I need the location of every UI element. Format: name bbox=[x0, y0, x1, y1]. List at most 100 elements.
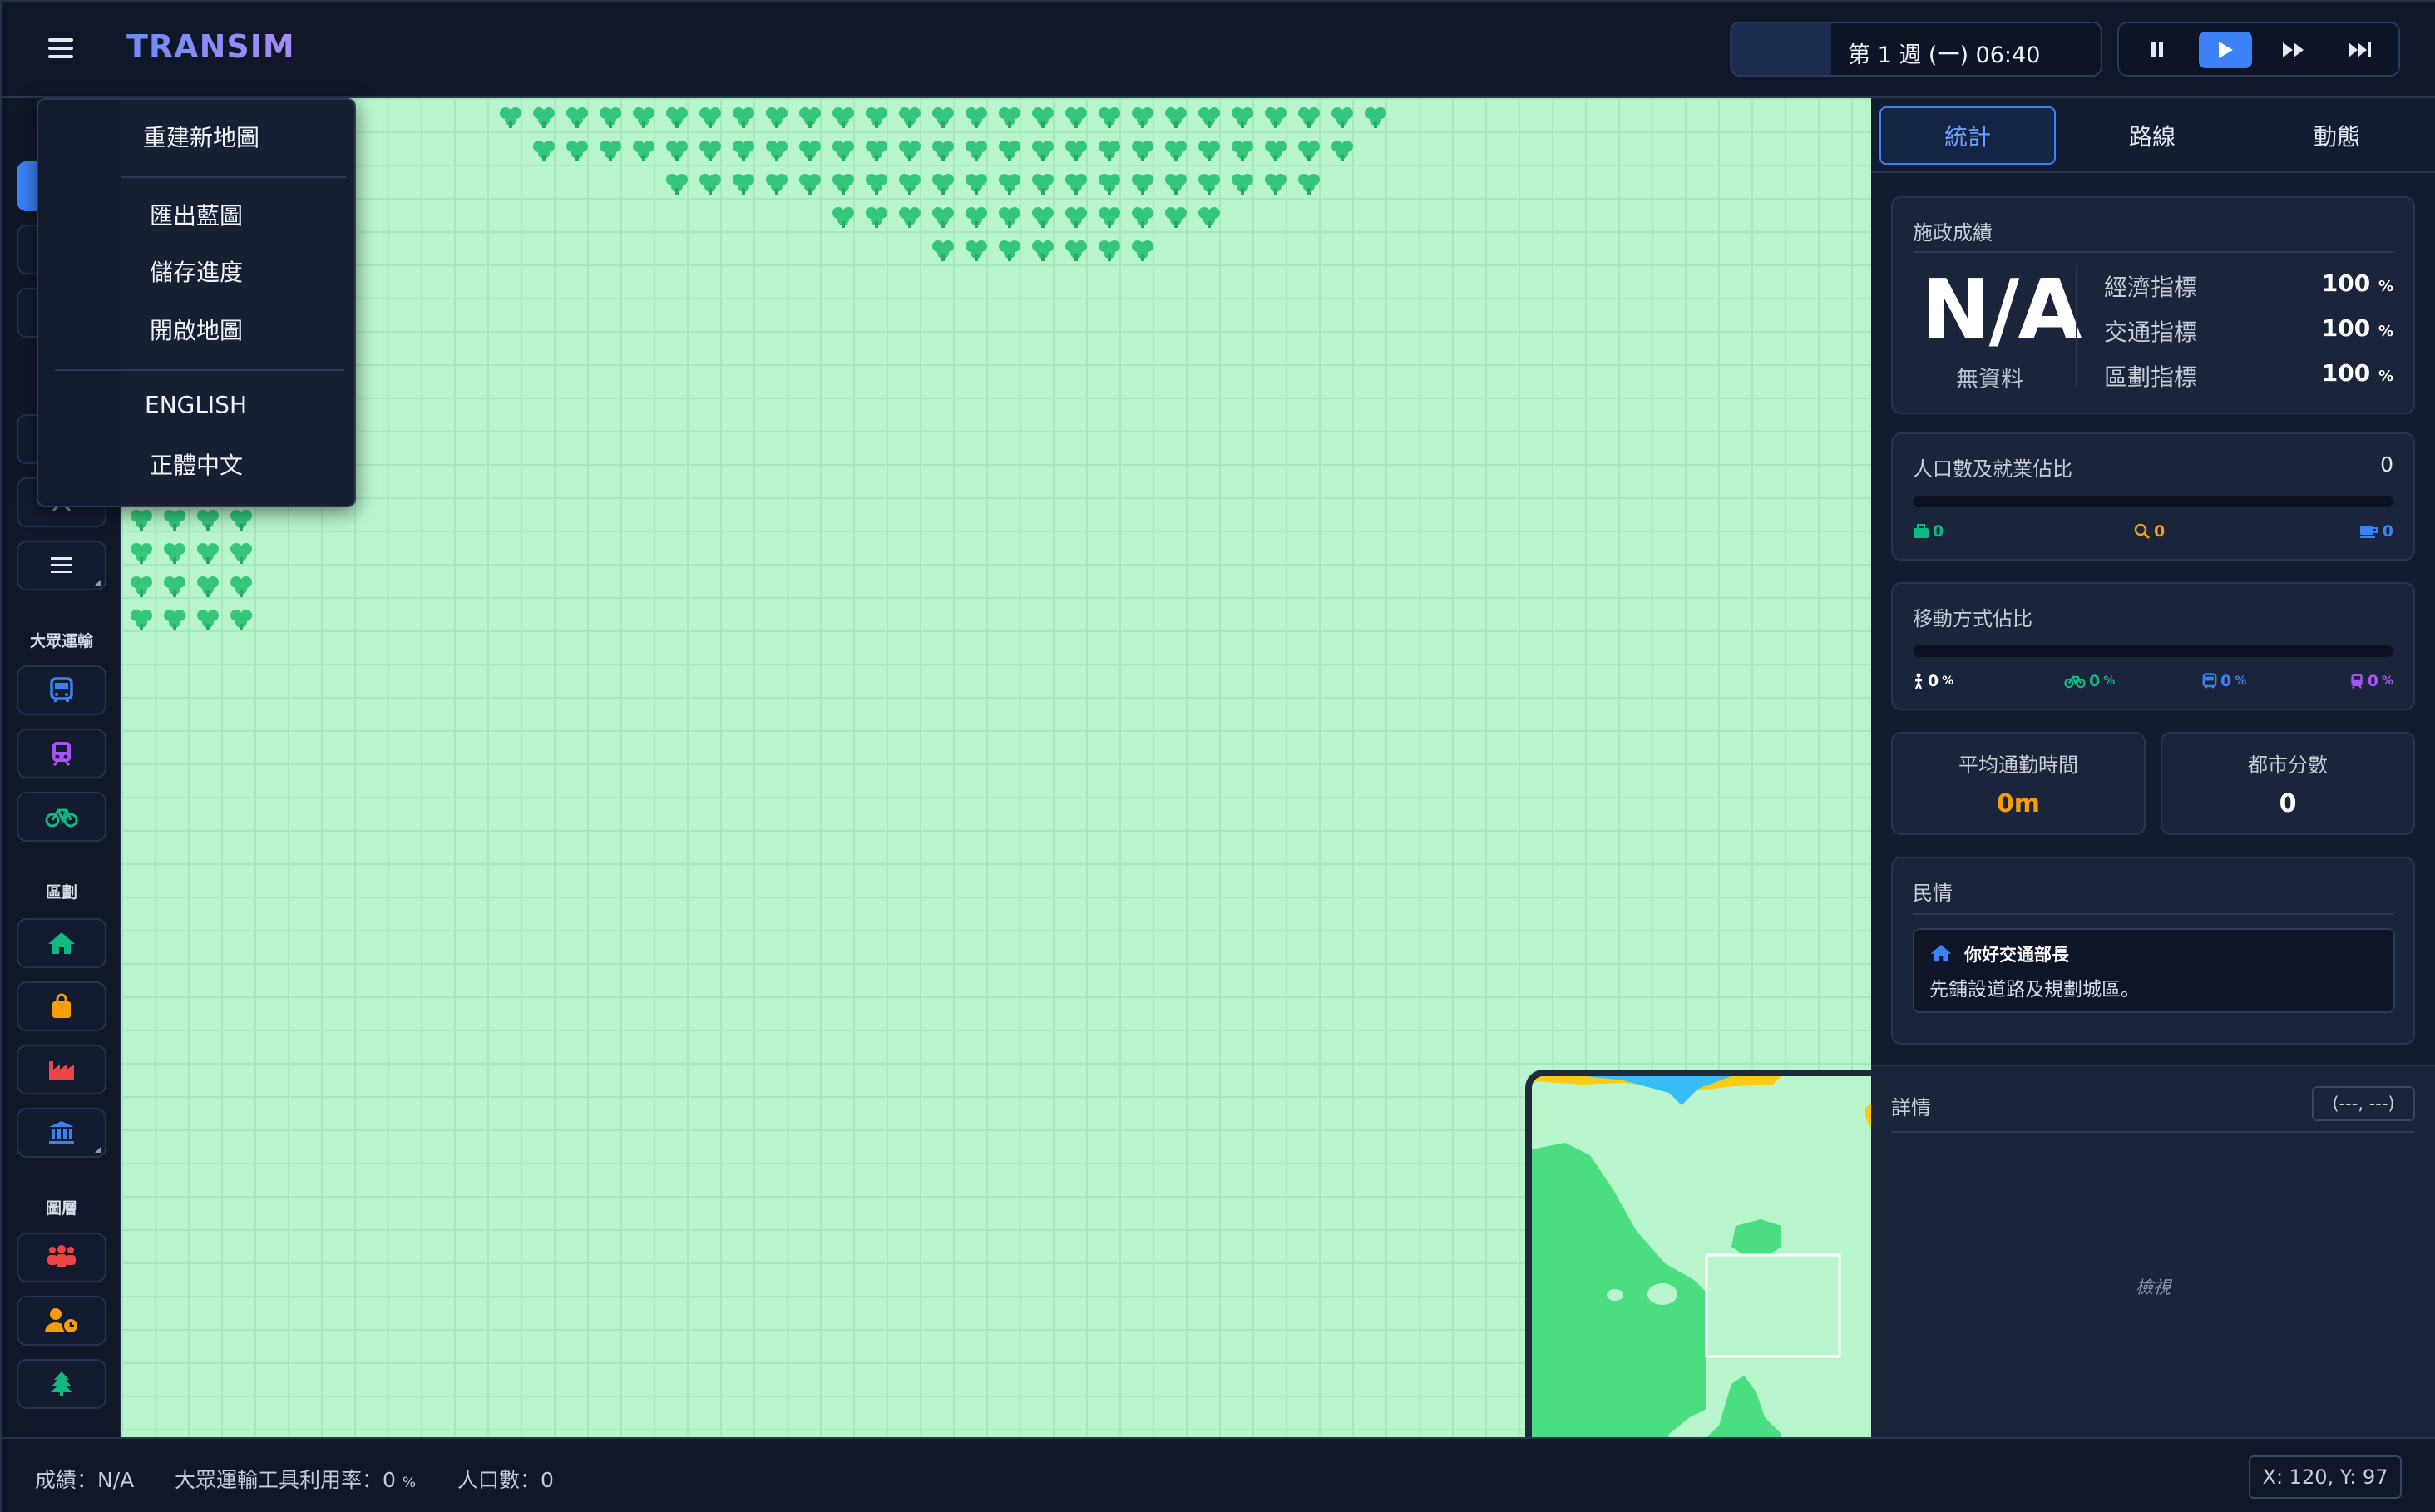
tree-icon bbox=[996, 170, 1023, 196]
date-text: 第 1 週 (一) 06:40 bbox=[1848, 42, 2041, 68]
tree-icon bbox=[996, 103, 1023, 130]
landmark-icon bbox=[49, 1121, 74, 1144]
civic-tool-button[interactable] bbox=[17, 1108, 106, 1158]
mode-share-title: 移動方式佔比 bbox=[1913, 607, 2032, 630]
tree-icon bbox=[1129, 103, 1156, 130]
menu-item-english[interactable]: ENGLISH bbox=[145, 391, 247, 418]
tree-icon bbox=[1196, 203, 1222, 230]
tree-icon bbox=[1063, 103, 1089, 130]
tree-icon bbox=[863, 103, 890, 130]
lane-tool-button[interactable] bbox=[17, 541, 106, 590]
mode-share-card: 移動方式佔比 0% 0% 0% 0% bbox=[1891, 582, 2415, 710]
tram-icon bbox=[52, 742, 71, 767]
tree-icon bbox=[1063, 170, 1089, 196]
nature-layer-button[interactable] bbox=[17, 1359, 106, 1409]
menu-item-export-blueprint[interactable]: 匯出藍圖 bbox=[150, 198, 243, 231]
tree-icon bbox=[1163, 136, 1189, 163]
grade-subtitle: 無資料 bbox=[1956, 367, 2023, 393]
minimap-viewport[interactable] bbox=[1705, 1253, 1841, 1358]
tree-icon bbox=[763, 103, 790, 130]
tree-icon bbox=[51, 1371, 72, 1396]
industrial-tool-button[interactable] bbox=[17, 1045, 106, 1094]
city-map-canvas[interactable] bbox=[121, 98, 1871, 1437]
sentiment-message: 你好交通部長 先鋪設道路及規劃城區。 bbox=[1913, 928, 2395, 1013]
menu-item-new-map[interactable]: 重建新地圖 bbox=[143, 120, 259, 153]
shopping-bag-icon bbox=[52, 993, 71, 1018]
fast-forward-icon bbox=[2283, 42, 2304, 57]
people-icon bbox=[47, 1245, 76, 1267]
card-divider bbox=[1913, 913, 2393, 915]
tree-icon bbox=[963, 170, 990, 196]
tree-icon bbox=[1063, 136, 1089, 163]
population-layer-button[interactable] bbox=[17, 1233, 106, 1282]
tree-icon bbox=[730, 103, 757, 130]
metric-zoning-label: 區劃指標 bbox=[2104, 363, 2198, 391]
tree-icon bbox=[1129, 136, 1156, 163]
skip-forward-button[interactable] bbox=[2334, 32, 2387, 68]
factory-icon bbox=[49, 1061, 74, 1080]
tree-icon bbox=[996, 236, 1023, 263]
commercial-tool-button[interactable] bbox=[17, 981, 106, 1031]
tree-icon bbox=[228, 572, 254, 599]
employment-bar bbox=[1913, 496, 2393, 507]
bus-share: 0% bbox=[2202, 672, 2246, 690]
metric-traffic-value: 100 % bbox=[2321, 314, 2393, 342]
grade-value: N/A bbox=[1921, 261, 2082, 358]
bicycle-icon bbox=[2064, 675, 2086, 689]
population-total: 0 bbox=[2380, 452, 2393, 477]
tree-icon bbox=[1063, 203, 1089, 230]
tree-icon bbox=[228, 539, 254, 566]
bus-tool-button[interactable] bbox=[17, 665, 106, 715]
menu-item-save-progress[interactable]: 儲存進度 bbox=[150, 254, 243, 288]
tree-icon bbox=[1196, 103, 1222, 130]
details-section: 詳情 (---, ---) 檢視 bbox=[1871, 1065, 2435, 1437]
tram-share: 0% bbox=[2349, 672, 2393, 690]
minimap[interactable] bbox=[1525, 1070, 1871, 1437]
tab-dynamics[interactable]: 動態 bbox=[2249, 106, 2425, 165]
employed-stat: 0 bbox=[1913, 522, 1944, 541]
tree-icon bbox=[597, 103, 624, 130]
metric-economy-value: 100 % bbox=[2321, 269, 2393, 297]
commute-layer-button[interactable] bbox=[17, 1296, 106, 1346]
tree-icon bbox=[863, 136, 890, 163]
section-label-transit: 大眾運輸 bbox=[29, 632, 93, 650]
tree-icon bbox=[1163, 170, 1189, 196]
tree-icon bbox=[1362, 103, 1389, 130]
tree-icon bbox=[1096, 136, 1123, 163]
tree-icon bbox=[830, 103, 857, 130]
tree-icon bbox=[1063, 236, 1089, 263]
menu-backdrop-strip bbox=[38, 100, 121, 506]
tree-icon bbox=[863, 203, 890, 230]
tree-icon bbox=[797, 170, 823, 196]
menu-item-open-map[interactable]: 開啟地圖 bbox=[150, 313, 243, 346]
card-divider bbox=[1891, 1131, 2415, 1133]
tree-icon bbox=[863, 170, 890, 196]
menu-item-traditional-chinese[interactable]: 正體中文 bbox=[150, 447, 243, 481]
bike-tool-button[interactable] bbox=[17, 792, 106, 842]
cursor-coordinates: X: 120, Y: 97 bbox=[2249, 1455, 2402, 1499]
tree-icon bbox=[128, 572, 155, 599]
app-window: TRANSIM 第 1 週 (一) 06:40 大眾運輸 區劃 圖層 重建新地圖… bbox=[0, 0, 2435, 1512]
sentiment-card: 民情 你好交通部長 先鋪設道路及規劃城區。 bbox=[1891, 857, 2415, 1045]
skip-forward-icon bbox=[2349, 42, 2371, 57]
play-button[interactable] bbox=[2199, 32, 2252, 68]
section-label-layers: 圖層 bbox=[45, 1199, 77, 1218]
coffee-icon bbox=[2359, 526, 2378, 538]
tree-icon bbox=[1196, 136, 1222, 163]
tree-icon bbox=[763, 136, 790, 163]
tree-icon bbox=[930, 203, 956, 230]
tab-statistics[interactable]: 統計 bbox=[1879, 106, 2056, 165]
population-title: 人口數及就業佔比 bbox=[1913, 457, 2072, 481]
tram-tool-button[interactable] bbox=[17, 729, 106, 778]
tree-icon bbox=[1096, 170, 1123, 196]
tree-icon bbox=[697, 103, 724, 130]
fast-forward-button[interactable] bbox=[2267, 32, 2320, 68]
pause-button[interactable] bbox=[2131, 32, 2184, 68]
tree-icon bbox=[697, 136, 724, 163]
tree-icon bbox=[730, 136, 757, 163]
residential-tool-button[interactable] bbox=[17, 918, 106, 968]
menu-icon[interactable] bbox=[48, 38, 73, 58]
tab-routes[interactable]: 路線 bbox=[2064, 106, 2240, 165]
tree-icon bbox=[564, 103, 590, 130]
tree-icon bbox=[1030, 136, 1056, 163]
